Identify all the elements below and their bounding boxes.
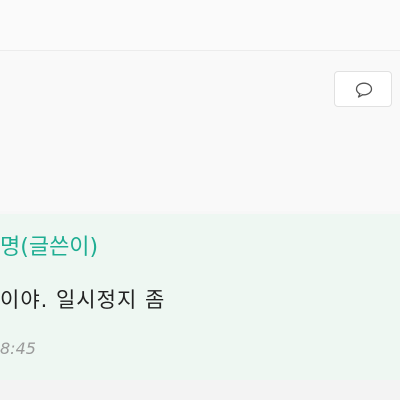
comment-timestamp: 8:45 — [0, 339, 36, 358]
previous-post-section — [0, 0, 400, 51]
comment-message: 이야. 일시정지 좀 — [0, 288, 166, 312]
comment-button[interactable] — [334, 71, 392, 107]
next-comment-section — [0, 380, 400, 400]
speech-bubble-icon — [355, 82, 373, 98]
comment-author[interactable]: 명(글쓴이) — [0, 232, 98, 264]
screen: 명(글쓴이) 이야. 일시정지 좀 8:45 — [0, 0, 400, 400]
